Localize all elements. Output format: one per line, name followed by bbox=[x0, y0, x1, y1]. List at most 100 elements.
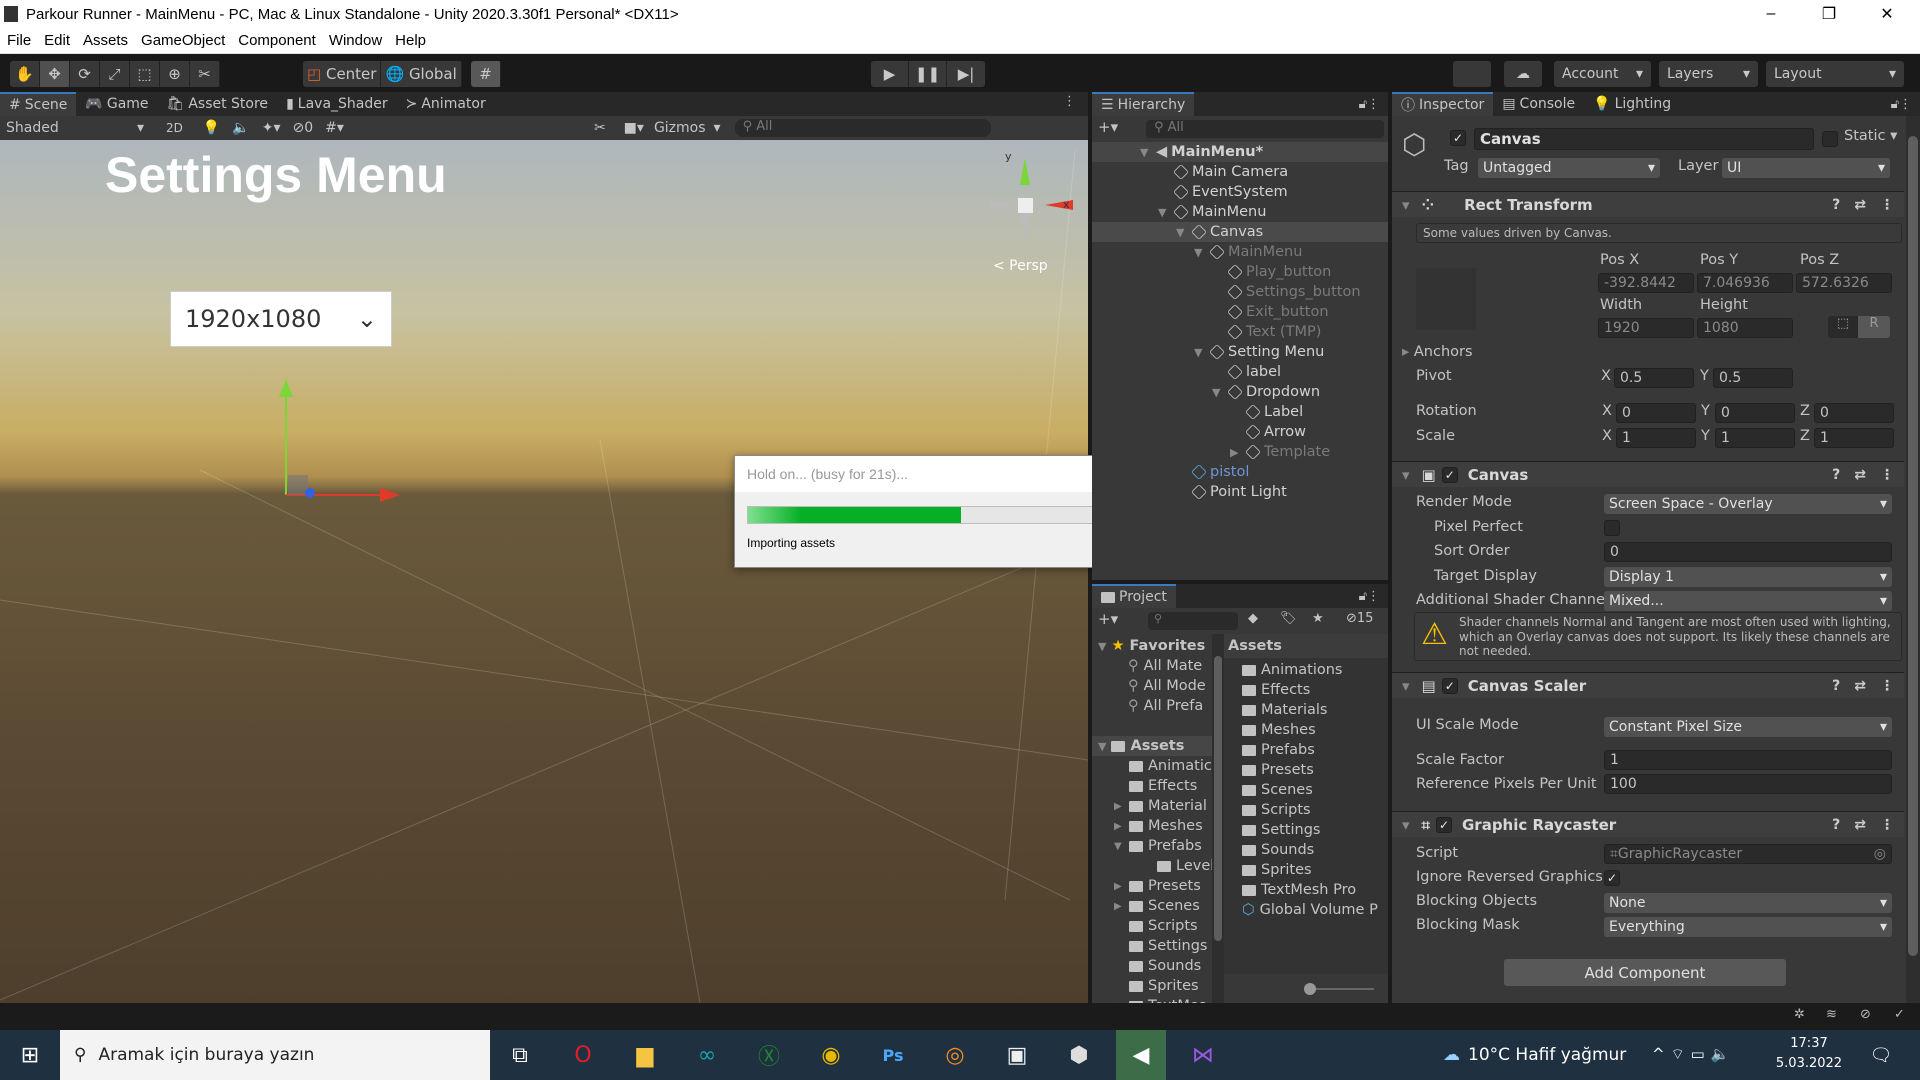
foldout-icon[interactable]: ▼ bbox=[1194, 246, 1206, 259]
hidden-objects-toggle[interactable]: ⊘0 bbox=[293, 120, 314, 136]
visual-studio-icon[interactable]: ⋈ bbox=[1178, 1030, 1228, 1080]
orientation-gizmo[interactable] bbox=[985, 150, 1075, 250]
assets-foldout[interactable]: ▼ Assets bbox=[1092, 736, 1212, 756]
check-icon[interactable]: ✓ bbox=[1894, 1007, 1905, 1022]
enabled-checkbox[interactable]: ✓ bbox=[1441, 466, 1458, 483]
more-options-icon[interactable]: ⋮ bbox=[1063, 94, 1076, 109]
layers-dropdown[interactable]: Layers ▾ bbox=[1659, 61, 1758, 87]
hierarchy-item[interactable]: Settings_button bbox=[1092, 282, 1388, 302]
cache-icon[interactable]: ≋ bbox=[1826, 1007, 1837, 1022]
zoom-slider[interactable] bbox=[1304, 983, 1374, 995]
foldout-icon[interactable]: ▼ bbox=[1158, 206, 1170, 219]
snap-button[interactable]: # bbox=[471, 61, 501, 87]
foldout-icon[interactable]: ▼ bbox=[1212, 386, 1224, 399]
script-field[interactable]: ⌗ GraphicRaycaster ◎ bbox=[1604, 844, 1892, 864]
project-tree-item[interactable]: ▼ Prefabs bbox=[1114, 836, 1202, 856]
clock[interactable]: 17:37 5.03.2022 bbox=[1774, 1034, 1844, 1074]
project-tree-item[interactable]: Sprites bbox=[1114, 976, 1199, 996]
blueprint-mode-button[interactable]: ⬚ bbox=[1828, 316, 1858, 338]
tree-scrollbar[interactable] bbox=[1212, 634, 1224, 1003]
project-asset-item[interactable]: Sprites bbox=[1242, 860, 1312, 880]
object-name-input[interactable]: Canvas bbox=[1474, 128, 1814, 150]
filter-type-icon[interactable]: ◆ bbox=[1248, 611, 1258, 626]
component-actions[interactable]: ? ⇄ ⋮ bbox=[1832, 678, 1894, 694]
enabled-checkbox[interactable]: ✓ bbox=[1435, 816, 1452, 833]
tab-project[interactable]: Project bbox=[1092, 584, 1176, 608]
project-asset-item[interactable]: TextMesh Pro bbox=[1242, 880, 1356, 900]
favorites-foldout[interactable]: ▼ ★ Favorites bbox=[1098, 636, 1205, 656]
tab-inspector[interactable]: ⓘ Inspector bbox=[1392, 92, 1494, 116]
project-tree-item[interactable]: ▶ Meshes bbox=[1114, 816, 1203, 836]
graphic-raycaster-header[interactable]: ▾ ⌗ ✓ Graphic Raycaster? ⇄ ⋮ bbox=[1392, 811, 1904, 837]
render-mode-dropdown[interactable]: Screen Space - Overlay ▾ bbox=[1604, 494, 1892, 514]
tab-lava-shader[interactable]: ▮ Lava_Shader bbox=[277, 92, 397, 116]
width-field[interactable]: 1920 bbox=[1598, 318, 1694, 338]
create-button[interactable]: +▾ bbox=[1098, 610, 1118, 628]
create-button[interactable]: +▾ bbox=[1098, 118, 1118, 136]
audio-toggle-icon[interactable]: 🔈 bbox=[232, 120, 249, 136]
pixel-perfect-checkbox[interactable] bbox=[1604, 520, 1620, 536]
menu-gameobject[interactable]: GameObject bbox=[141, 32, 225, 49]
grid-toggle-icon[interactable]: #▾ bbox=[325, 120, 344, 136]
taskbar-search-input[interactable]: ⚲ Aramak için buraya yazın bbox=[60, 1030, 490, 1080]
component-actions[interactable]: ? ⇄ ⋮ bbox=[1832, 197, 1894, 213]
hidden-packages-toggle[interactable]: ⊘15 bbox=[1346, 611, 1373, 626]
scale-tool-icon[interactable]: ⤢ bbox=[100, 61, 130, 87]
notifications-icon[interactable]: 🗨 bbox=[1856, 1030, 1906, 1080]
object-picker-icon[interactable]: ◎ bbox=[1874, 846, 1886, 862]
minimize-button[interactable]: – bbox=[1748, 0, 1794, 28]
system-tray-icons[interactable]: ^⌔▭🔈 bbox=[1652, 1045, 1736, 1064]
cloud-button[interactable]: ☁ bbox=[1504, 61, 1542, 87]
transform-tool-icon[interactable]: ⊕ bbox=[160, 61, 190, 87]
hierarchy-item[interactable]: Point Light bbox=[1092, 482, 1388, 502]
project-asset-item[interactable]: Settings bbox=[1242, 820, 1320, 840]
maximize-button[interactable]: ❐ bbox=[1806, 0, 1852, 28]
menu-component[interactable]: Component bbox=[238, 32, 316, 49]
pos-z-field[interactable]: 572.6326 bbox=[1796, 273, 1892, 293]
project-asset-item[interactable]: Scenes bbox=[1242, 780, 1313, 800]
project-search-input[interactable]: ⚲ bbox=[1148, 612, 1238, 630]
collab-button[interactable] bbox=[1453, 61, 1491, 87]
canvas-component-header[interactable]: ▾ ▣ ✓ Canvas? ⇄ ⋮ bbox=[1392, 461, 1904, 487]
effects-toggle-icon[interactable]: ✦▾ bbox=[262, 120, 281, 136]
project-asset-item[interactable]: Materials bbox=[1242, 700, 1327, 720]
static-checkbox[interactable] bbox=[1822, 131, 1838, 147]
project-tree-item[interactable]: Level: bbox=[1142, 856, 1212, 876]
debug-icon[interactable]: ✲ bbox=[1794, 1007, 1805, 1022]
shading-dropdown[interactable]: Shaded ▾ bbox=[0, 120, 150, 136]
menu-help[interactable]: Help bbox=[395, 32, 426, 49]
photoshop-icon[interactable]: Ps bbox=[868, 1030, 918, 1080]
play-button[interactable]: ▶ bbox=[871, 61, 909, 87]
favorite-star-icon[interactable]: ★ bbox=[1312, 611, 1324, 626]
shader-channels-dropdown[interactable]: Mixed... ▾ bbox=[1604, 591, 1892, 611]
project-tree-item[interactable]: Effects bbox=[1114, 776, 1197, 796]
scene-search-input[interactable]: ⚲ All bbox=[734, 119, 991, 137]
ignore-reversed-checkbox[interactable]: ✓ bbox=[1604, 870, 1620, 886]
custom-tool-icon[interactable]: ✂ bbox=[190, 61, 220, 87]
hierarchy-item[interactable]: ▼ MainMenu bbox=[1092, 242, 1388, 262]
opera-icon[interactable]: O bbox=[558, 1030, 608, 1080]
move-tool-icon[interactable]: ✥ bbox=[40, 61, 70, 87]
foldout-icon[interactable]: ▼ bbox=[1176, 226, 1188, 239]
project-tree-item[interactable]: ▶ Material bbox=[1114, 796, 1207, 816]
account-dropdown[interactable]: Account ▾ bbox=[1554, 61, 1651, 87]
breadcrumb-assets[interactable]: Assets bbox=[1228, 638, 1282, 654]
project-tree-item[interactable]: ▶ Presets bbox=[1114, 876, 1201, 896]
raw-edit-button[interactable]: R bbox=[1858, 316, 1890, 338]
pivot-center-button[interactable]: ◰ Center bbox=[303, 61, 382, 87]
target-display-dropdown[interactable]: Display 1 ▾ bbox=[1604, 567, 1892, 587]
resolution-dropdown[interactable]: 1920x1080 ⌄ bbox=[170, 291, 392, 347]
tab-asset-store[interactable]: 🛍 Asset Store bbox=[158, 92, 278, 116]
hierarchy-item[interactable]: ▼ ◀ MainMenu* bbox=[1092, 142, 1388, 162]
favorite-search-item[interactable]: ⚲ All Mate bbox=[1128, 656, 1202, 676]
hierarchy-item[interactable]: Main Camera bbox=[1092, 162, 1388, 182]
menu-assets[interactable]: Assets bbox=[83, 32, 128, 49]
hierarchy-item[interactable]: Label bbox=[1092, 402, 1388, 422]
active-checkbox[interactable]: ✓ bbox=[1450, 130, 1466, 146]
hierarchy-item[interactable]: EventSystem bbox=[1092, 182, 1388, 202]
tab-lighting[interactable]: 💡 Lighting bbox=[1584, 92, 1680, 116]
toggle-2d-button[interactable]: 2D bbox=[160, 121, 189, 135]
hierarchy-search-input[interactable]: ⚲ All bbox=[1146, 120, 1384, 138]
scale-factor-field[interactable]: 1 bbox=[1604, 750, 1892, 770]
height-field[interactable]: 1080 bbox=[1697, 318, 1793, 338]
